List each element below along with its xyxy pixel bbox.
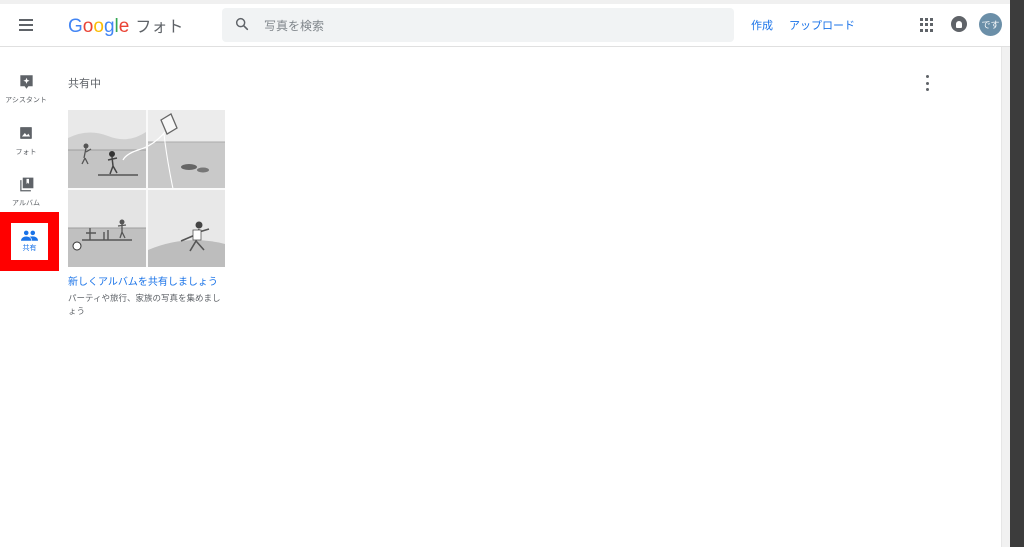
nav-label: アルバム: [12, 199, 40, 207]
search-bar[interactable]: [222, 8, 734, 42]
share-album-card[interactable]: 新しくアルバムを共有しましょう パーティや旅行、家族の写真を集めましょう: [68, 110, 225, 319]
app-header: Google フォト 作成 アップロード です: [0, 4, 1010, 47]
highlight-box: 共有: [0, 212, 59, 271]
share-illustration[interactable]: [68, 110, 225, 267]
google-photos-logo[interactable]: Google フォト: [68, 13, 183, 38]
people-icon: [21, 230, 38, 241]
nav-label: 共有: [22, 244, 37, 252]
nav-item-albums[interactable]: アルバム: [0, 177, 52, 208]
search-input[interactable]: [262, 14, 706, 38]
apps-grid-icon[interactable]: [920, 18, 934, 32]
page-title: 共有中: [68, 77, 101, 90]
account-avatar[interactable]: です: [979, 13, 1002, 36]
nav-label: フォト: [15, 148, 37, 156]
card-subtitle: パーティや旅行、家族の写真を集めましょう: [68, 294, 221, 317]
create-button[interactable]: 作成: [751, 17, 773, 33]
more-options-icon[interactable]: [922, 74, 932, 92]
left-nav: アシスタント フォト アルバム 共有: [0, 47, 60, 547]
nav-item-photos[interactable]: フォト: [0, 126, 52, 157]
page-scrollbar[interactable]: [1001, 47, 1010, 547]
nav-label: アシスタント: [5, 96, 47, 104]
product-name: フォト: [135, 19, 184, 36]
notifications-bell-icon[interactable]: [951, 16, 967, 32]
nav-item-shared[interactable]: 共有: [11, 223, 48, 260]
window-frame-edge: [1010, 0, 1024, 547]
photo-icon: [20, 127, 32, 139]
main-menu-icon[interactable]: [17, 16, 35, 34]
google-wordmark: Google: [68, 16, 130, 37]
card-title[interactable]: 新しくアルバムを共有しましょう: [68, 275, 218, 290]
album-icon: [19, 177, 33, 192]
illustration-image: [68, 110, 225, 267]
upload-button[interactable]: アップロード: [789, 17, 855, 33]
assistant-icon: [19, 75, 33, 89]
search-icon[interactable]: [234, 16, 250, 32]
nav-item-assistant[interactable]: アシスタント: [0, 74, 52, 105]
